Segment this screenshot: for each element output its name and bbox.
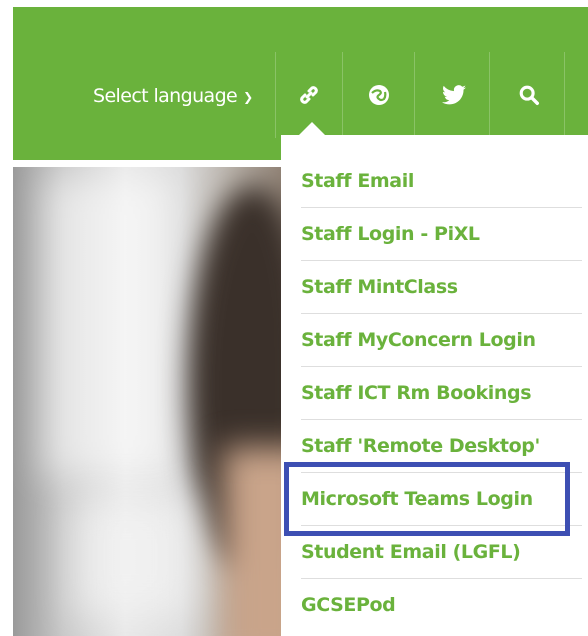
menu-item-microsoft-teams-login[interactable]: Microsoft Teams Login <box>301 473 582 526</box>
menu-item-staff-myconcern-login[interactable]: Staff MyConcern Login <box>301 314 582 367</box>
search-icon <box>519 85 539 105</box>
divider <box>414 52 415 138</box>
menu-item-gcsepod[interactable]: GCSEPod <box>301 579 582 631</box>
twitter-button[interactable] <box>434 75 474 115</box>
menu-item-staff-login-pixl[interactable]: Staff Login - PiXL <box>301 208 582 261</box>
hero-image <box>13 167 293 636</box>
divider <box>342 52 343 138</box>
menu-item-staff-remote-desktop[interactable]: Staff 'Remote Desktop' <box>301 420 582 473</box>
menu-item-staff-ict-rm-bookings[interactable]: Staff ICT Rm Bookings <box>301 367 582 420</box>
divider <box>564 52 565 138</box>
divider <box>489 52 490 138</box>
menu-item-staff-email[interactable]: Staff Email <box>301 155 582 208</box>
menu-item-staff-mintclass[interactable]: Staff MintClass <box>301 261 582 314</box>
language-selector[interactable]: Select language ❯ <box>93 85 253 107</box>
twitter-icon <box>442 85 466 105</box>
link-icon <box>300 86 318 104</box>
search-button[interactable] <box>509 75 549 115</box>
dropdown-caret <box>299 122 325 135</box>
translate-globe-button[interactable] <box>359 75 399 115</box>
divider <box>275 52 276 138</box>
language-selector-label: Select language <box>93 85 238 107</box>
links-button[interactable] <box>289 75 329 115</box>
quick-links-dropdown: Staff Email Staff Login - PiXL Staff Min… <box>281 135 588 636</box>
menu-item-student-email-lgfl[interactable]: Student Email (LGFL) <box>301 526 582 579</box>
globe-icon <box>369 85 389 105</box>
chevron-down-icon: ❯ <box>243 90 253 104</box>
